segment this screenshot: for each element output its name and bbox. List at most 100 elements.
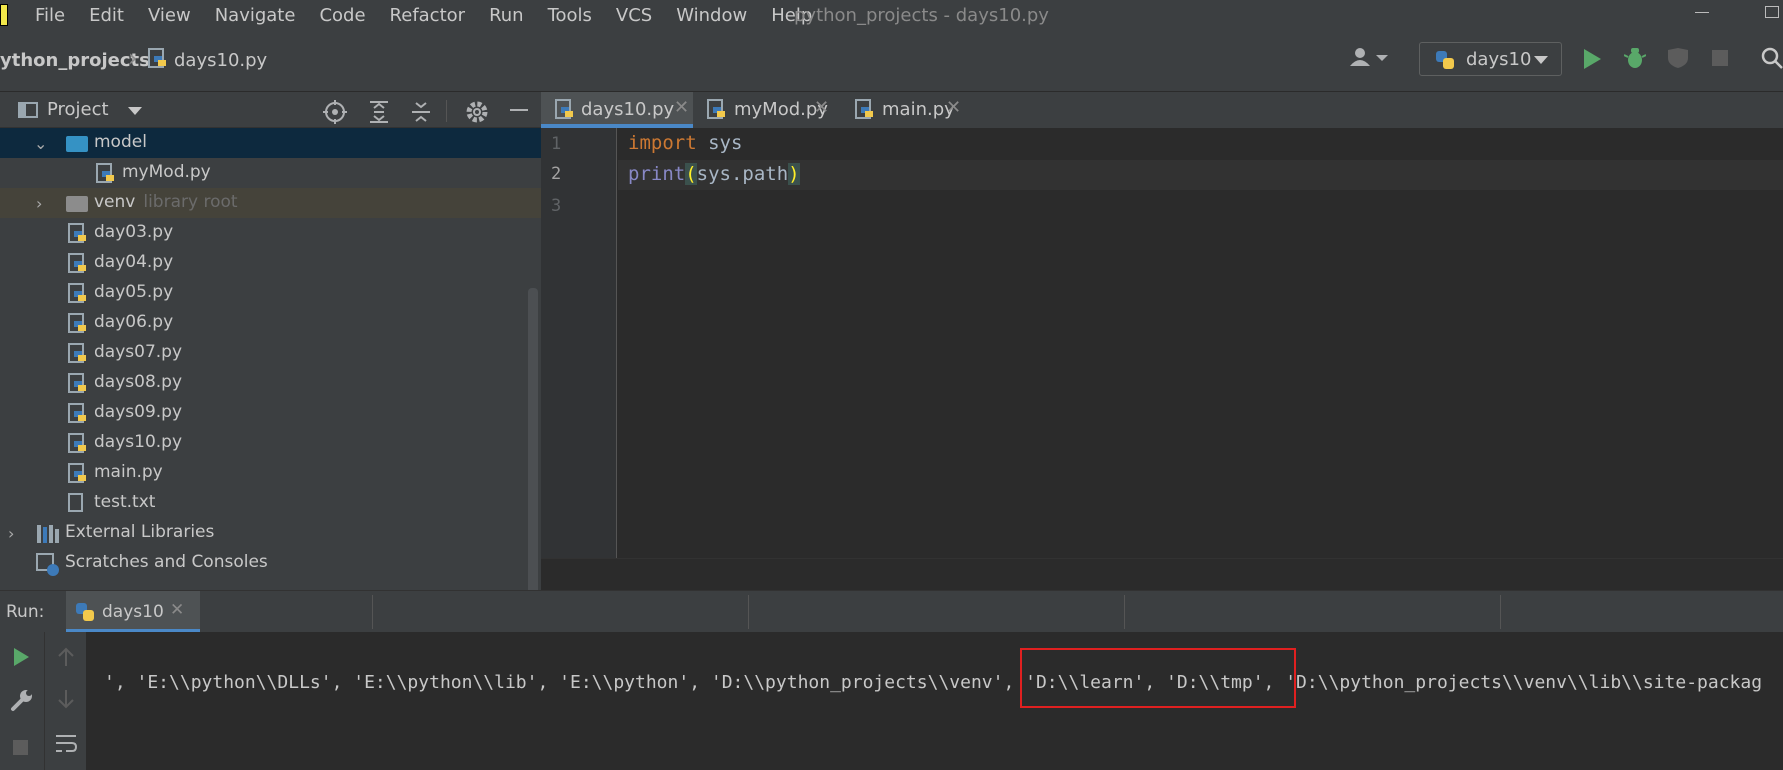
window-title: python_projects - days10.py [794,5,1049,26]
run-header-divider [372,595,373,629]
arrow-up-icon[interactable] [56,646,76,668]
tab-main[interactable]: main.py ✕ [833,92,961,128]
close-icon[interactable]: ✕ [170,600,184,620]
soft-wrap-icon[interactable] [54,732,78,754]
app-logo-icon [0,4,8,26]
menu-tools[interactable]: Tools [548,5,592,26]
run-tab-days10[interactable]: days10 ✕ [66,591,200,633]
project-panel-header: Project [0,92,541,128]
chevron-down-icon [1534,56,1548,64]
wrench-icon[interactable] [10,688,34,712]
run-panel-header: Run: days10 ✕ [0,590,1783,633]
python-file-icon [555,99,573,119]
tab-days10[interactable]: days10.py ✕ [541,92,693,128]
close-icon[interactable]: ✕ [674,97,689,118]
run-button[interactable] [1584,49,1601,69]
tree-item-days10[interactable]: days10.py [0,428,541,458]
tree-item-days08[interactable]: days08.py [0,368,541,398]
console-output-line: ', 'E:\\python\\DLLs', 'E:\\python\\lib'… [104,672,1763,693]
code-line-2: print(sys.path) [628,163,800,185]
python-file-icon [68,373,86,393]
toolbar-divider [44,632,45,770]
tab-mymod[interactable]: myMod.py ✕ [693,92,833,128]
user-account-icon[interactable] [1348,46,1388,70]
python-file-icon [855,99,873,119]
menu-refactor[interactable]: Refactor [390,5,466,26]
arrow-down-icon[interactable] [56,688,76,710]
tree-item-model[interactable]: ⌄ model [0,128,541,158]
tree-item-day03[interactable]: day03.py [0,218,541,248]
project-panel-title[interactable]: Project [47,99,109,120]
tree-item-days09[interactable]: days09.py [0,398,541,428]
python-file-icon [68,463,86,483]
tree-scrollbar[interactable] [528,288,538,590]
debug-bug-icon[interactable] [1624,47,1646,69]
chevron-right-icon[interactable]: › [8,524,14,543]
stop-button[interactable] [1712,50,1728,66]
toolbar-divider [446,100,447,122]
run-configuration-selector[interactable]: days10 [1419,42,1562,76]
gear-icon[interactable] [465,100,489,124]
navigation-bar: ython_projects › days10.py days10 [0,30,1783,92]
highlight-annotation-box [1020,648,1296,708]
python-file-icon [68,433,86,453]
search-icon[interactable] [1760,46,1783,70]
python-file-icon [68,313,86,333]
libraries-icon [37,525,59,543]
python-icon [1436,51,1454,69]
editor-bottom-area [541,558,1783,590]
tree-item-scratches[interactable]: Scratches and Consoles [0,548,541,578]
tree-item-day05[interactable]: day05.py [0,278,541,308]
chevron-down-icon[interactable]: ⌄ [34,134,47,153]
close-icon[interactable]: ✕ [814,97,829,118]
chevron-right-icon[interactable]: › [36,194,42,213]
breadcrumb-file[interactable]: days10.py [174,50,267,71]
run-console[interactable]: ', 'E:\\python\\DLLs', 'E:\\python\\lib'… [86,632,1783,770]
tree-item-mymod[interactable]: myMod.py [0,158,541,188]
maximize-icon[interactable] [1765,6,1779,18]
tree-item-external-libraries[interactable]: › External Libraries [0,518,541,548]
python-file-icon [96,163,114,183]
menu-navigate[interactable]: Navigate [215,5,296,26]
tree-item-main[interactable]: main.py [0,458,541,488]
locate-crosshair-icon[interactable] [323,100,347,124]
python-file-icon [68,283,86,303]
menu-edit[interactable]: Edit [89,5,124,26]
menu-file[interactable]: File [35,5,65,26]
tree-item-day04[interactable]: day04.py [0,248,541,278]
coverage-icon[interactable] [1666,47,1690,69]
tree-item-days07[interactable]: days07.py [0,338,541,368]
menu-window[interactable]: Window [676,5,747,26]
code-editor[interactable]: import sys print(sys.path) [618,128,1783,558]
editor-tab-bar: days10.py ✕ myMod.py ✕ main.py ✕ [541,92,1783,128]
stop-button[interactable] [13,740,28,755]
run-header-divider [1124,595,1125,629]
tree-item-test-txt[interactable]: test.txt [0,488,541,518]
hide-panel-icon[interactable] [510,109,528,111]
tree-item-day06[interactable]: day06.py [0,308,541,338]
menu-code[interactable]: Code [319,5,365,26]
menu-run[interactable]: Run [489,5,524,26]
tree-item-venv[interactable]: › venv library root [0,188,541,218]
python-file-icon [68,253,86,273]
run-header-divider [748,595,749,629]
collapse-all-icon[interactable] [410,100,432,124]
rerun-button[interactable] [14,648,29,666]
breadcrumb-separator-icon: › [128,44,138,72]
python-file-icon [68,403,86,423]
python-file-icon [707,99,725,119]
text-file-icon [68,493,83,512]
menu-vcs[interactable]: VCS [616,5,652,26]
minimize-icon[interactable] [1695,12,1709,13]
chevron-down-icon[interactable] [128,107,142,115]
run-panel-label: Run: [6,602,45,622]
run-configuration-label: days10 [1466,49,1532,70]
menu-view[interactable]: View [148,5,191,26]
python-file-icon [68,343,86,363]
expand-all-icon[interactable] [368,100,390,124]
run-side-toolbar [0,632,86,770]
folder-icon [66,136,88,152]
line-number: 1 [551,134,562,154]
run-header-divider [1500,595,1501,629]
close-icon[interactable]: ✕ [946,97,961,118]
